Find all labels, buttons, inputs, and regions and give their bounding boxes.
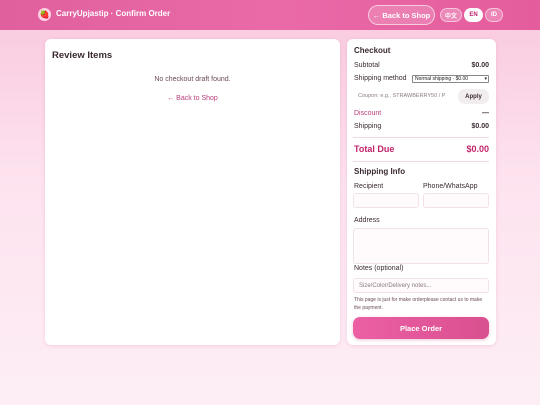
shipping-value: $0.00 <box>471 123 489 130</box>
place-order-button[interactable]: Place Order <box>353 317 489 339</box>
total-due-label: Total Due <box>354 144 395 154</box>
review-items-card: Review Items No checkout draft found. ← … <box>45 39 340 345</box>
lang-id-button[interactable]: ID <box>485 8 503 22</box>
lang-zh-button[interactable]: 中文 <box>440 8 462 22</box>
shipping-method-label: Shipping method <box>354 75 407 82</box>
checkout-title: Checkout <box>354 46 391 55</box>
coupon-input[interactable]: Coupon: e.g., STRAWBERRY50 / P <box>355 89 455 103</box>
apply-coupon-button[interactable]: Apply <box>458 89 489 104</box>
payment-info-note: This page is just for make orderplease c… <box>354 297 483 311</box>
discount-label: Discount <box>354 110 382 117</box>
empty-draft-message: No checkout draft found. <box>154 76 231 83</box>
lang-en-button[interactable]: EN <box>464 8 483 22</box>
back-to-shop-link[interactable]: ← Back to Shop <box>45 95 340 102</box>
total-due-value: $0.00 <box>466 144 489 154</box>
shipping-label: Shipping <box>354 123 382 130</box>
recipient-label: Recipient <box>354 183 384 190</box>
address-label: Address <box>354 217 380 224</box>
phone-label: Phone/WhatsApp <box>423 183 478 190</box>
shipping-method-select[interactable]: Normal shipping · $0.00 ▾ <box>412 75 489 83</box>
strawberry-logo-icon: 🍓 <box>38 8 51 21</box>
checkout-card: Checkout Subtotal $0.00 Shipping method … <box>347 39 496 345</box>
shipping-method-value: Normal shipping · $0.00 <box>415 76 469 82</box>
divider <box>353 137 489 138</box>
chevron-down-icon: ▾ <box>484 76 487 82</box>
subtotal-label: Subtotal <box>354 62 380 69</box>
discount-value: — <box>482 110 489 117</box>
brand-title: CarryUpjastip · Confirm Order <box>56 9 171 18</box>
phone-input[interactable] <box>423 193 489 208</box>
shipping-info-title: Shipping Info <box>354 167 406 176</box>
notes-input[interactable]: Size/Color/Delivery notes... <box>353 278 489 293</box>
recipient-input[interactable] <box>353 193 419 208</box>
divider <box>353 161 489 162</box>
review-title: Review Items <box>52 50 113 61</box>
back-to-shop-button[interactable]: ← Back to Shop <box>368 5 435 25</box>
subtotal-value: $0.00 <box>471 62 489 69</box>
address-textarea[interactable] <box>353 228 489 264</box>
notes-label: Notes (optional) <box>354 265 404 272</box>
